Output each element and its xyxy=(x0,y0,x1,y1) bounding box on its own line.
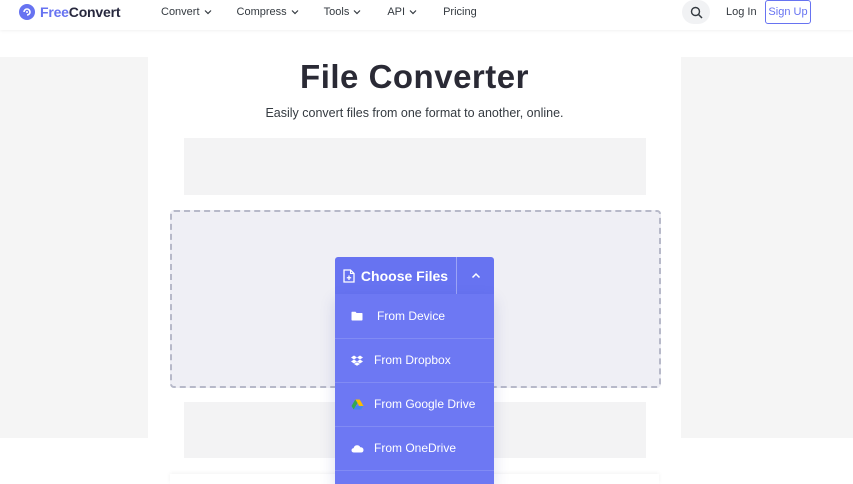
onedrive-icon xyxy=(350,441,364,455)
menu-item-from-device[interactable]: From Device xyxy=(335,294,494,339)
menu-item-from-google-drive[interactable]: From Google Drive xyxy=(335,382,494,427)
nav-convert[interactable]: Convert xyxy=(161,6,212,18)
search-icon xyxy=(690,6,703,19)
file-plus-icon xyxy=(343,268,355,283)
choose-files-label: Choose Files xyxy=(360,267,449,284)
freeconvert-logo[interactable]: FreeConvert xyxy=(19,4,120,20)
nav-pricing-label: Pricing xyxy=(443,6,477,18)
nav-pricing[interactable]: Pricing xyxy=(443,6,477,18)
signup-button[interactable]: Sign Up xyxy=(765,0,811,24)
menu-item-label: From Device xyxy=(377,309,446,323)
top-header: FreeConvert Convert Compress Tools API P… xyxy=(0,0,853,30)
upload-source-menu: From Device From Dropbox From Google Dri… xyxy=(335,294,494,484)
logo-text: FreeConvert xyxy=(40,4,120,20)
search-button[interactable] xyxy=(682,0,710,24)
choose-files-button[interactable]: Choose Files xyxy=(335,257,456,294)
folder-icon xyxy=(350,309,364,323)
nav-tools[interactable]: Tools xyxy=(324,6,362,18)
dropbox-icon xyxy=(350,353,364,367)
nav-api[interactable]: API xyxy=(387,6,417,18)
menu-item-from-onedrive[interactable]: From OneDrive xyxy=(335,426,494,471)
main-nav: Convert Compress Tools API Pricing xyxy=(161,6,502,18)
chevron-up-icon xyxy=(471,272,480,279)
menu-item-label: From Dropbox xyxy=(374,353,451,367)
logo-mark-icon xyxy=(19,4,35,20)
menu-item-label: From OneDrive xyxy=(374,441,457,455)
nav-compress-label: Compress xyxy=(236,6,287,18)
google-drive-icon xyxy=(350,397,364,411)
menu-item-from-dropbox[interactable]: From Dropbox xyxy=(335,338,494,383)
choose-files-toggle[interactable] xyxy=(457,257,494,294)
logo-free: Free xyxy=(40,4,69,20)
chevron-down-icon xyxy=(353,10,361,15)
choose-files-control: Choose Files xyxy=(335,257,494,294)
nav-convert-label: Convert xyxy=(161,6,200,18)
ad-placeholder-top xyxy=(184,138,646,195)
page-subtitle: Easily convert files from one format to … xyxy=(265,106,564,120)
chevron-down-icon xyxy=(409,10,417,15)
nav-api-label: API xyxy=(387,6,406,18)
menu-item-label: From Google Drive xyxy=(374,397,476,411)
page-title: File Converter xyxy=(300,58,529,95)
nav-tools-label: Tools xyxy=(323,6,350,18)
chevron-down-icon xyxy=(291,10,299,15)
nav-compress[interactable]: Compress xyxy=(237,6,299,18)
chevron-down-icon xyxy=(204,10,211,15)
login-link[interactable]: Log In xyxy=(726,6,757,18)
logo-convert: Convert xyxy=(68,4,121,20)
